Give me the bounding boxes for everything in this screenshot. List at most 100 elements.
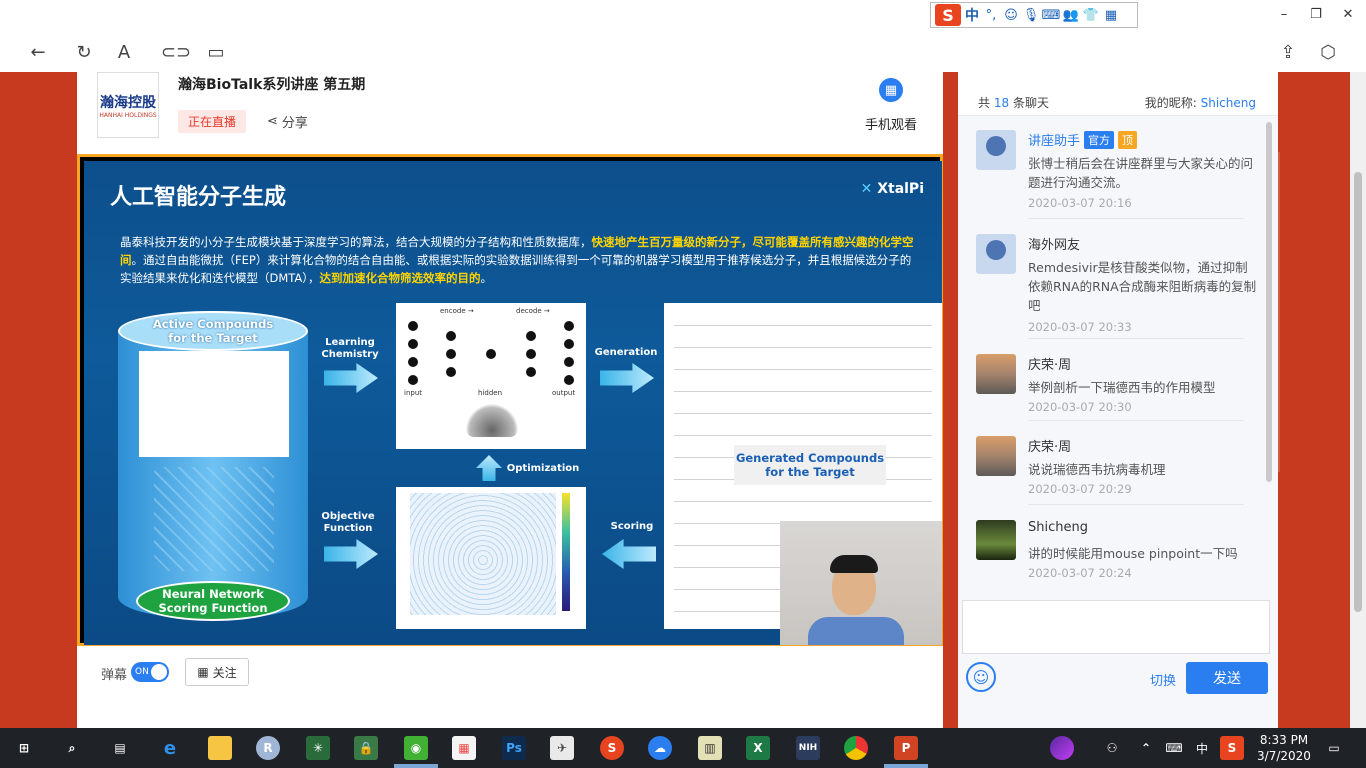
slide-title: 人工智能分子生成 bbox=[110, 185, 287, 210]
link-icon[interactable]: ⊂⊃ bbox=[161, 40, 191, 64]
photoshop-icon[interactable]: Ps bbox=[502, 736, 526, 760]
follow-label: 关注 bbox=[212, 665, 237, 680]
arrow-left-icon bbox=[602, 539, 656, 569]
page-title: 瀚海BioTalk系列讲座 第五期 bbox=[178, 77, 366, 93]
chrome-icon[interactable] bbox=[844, 736, 868, 760]
back-icon[interactable]: ← bbox=[26, 40, 50, 64]
neural-network-label: Neural Network Scoring Function bbox=[136, 581, 290, 621]
channel-logo: 瀚海控股 HANHAI HOLDINGS bbox=[97, 72, 159, 138]
store-icon[interactable]: ▦ bbox=[452, 736, 476, 760]
page-scrollbar[interactable] bbox=[1350, 72, 1366, 728]
qr-code-icon: ▦ bbox=[197, 665, 209, 679]
extensions-icon[interactable]: ⬡ bbox=[1316, 40, 1340, 64]
message-divider bbox=[1028, 218, 1244, 219]
message-divider bbox=[1028, 338, 1244, 339]
avatar bbox=[976, 130, 1016, 170]
wechat-icon[interactable]: ◉ bbox=[404, 736, 428, 760]
skin-icon[interactable]: 👕 bbox=[1083, 7, 1099, 23]
keyboard-icon[interactable]: ⌨ bbox=[1042, 7, 1061, 23]
search-icon[interactable]: ⌕ bbox=[60, 736, 84, 760]
sender-name: 庆荣·周 bbox=[1028, 358, 1072, 373]
share-button[interactable]: ⋖ 分享 bbox=[267, 112, 308, 131]
chat-header: 共 18 条聊天 我的昵称: Shicheng bbox=[958, 72, 1278, 116]
network-graphic bbox=[154, 467, 274, 571]
tabs-icon[interactable]: ▭ bbox=[204, 40, 228, 64]
refresh-icon[interactable]: ↻ bbox=[72, 40, 96, 64]
sogou-tray-icon[interactable]: S bbox=[1220, 736, 1244, 760]
chat-message-list[interactable]: 讲座助手 官方顶 张博士稍后会在讲座群里与大家关心的问题进行沟通交流。 2020-… bbox=[958, 118, 1264, 596]
video-frame[interactable]: 人工智能分子生成 ✕ XtalPi 晶泰科技开发的小分子生成模块基于深度学习的算… bbox=[77, 154, 943, 646]
file-explorer-icon[interactable] bbox=[208, 736, 232, 760]
qr-code-icon[interactable]: ▦ bbox=[879, 78, 903, 102]
notification-icon[interactable]: ▭ bbox=[1322, 736, 1346, 760]
follow-button[interactable]: ▦ 关注 bbox=[185, 658, 249, 686]
avatar bbox=[976, 354, 1016, 394]
generated-compounds-label: Generated Compounds for the Target bbox=[734, 445, 886, 485]
excel-icon[interactable]: X bbox=[746, 736, 770, 760]
live-status-badge: 正在直播 bbox=[178, 110, 247, 133]
player-controls: 弹幕 ON ▦ 关注 bbox=[77, 654, 943, 694]
nih-icon[interactable]: NIH bbox=[796, 736, 820, 760]
keyboard-icon[interactable]: ⌨ bbox=[1162, 736, 1186, 760]
read-aloud-icon[interactable]: A bbox=[112, 40, 136, 64]
barrage-label: 弹幕 bbox=[101, 668, 128, 683]
windows-start-icon[interactable]: ⊞ bbox=[12, 736, 36, 760]
sender-name: 庆荣·周 bbox=[1028, 440, 1072, 455]
arrow-right-icon bbox=[324, 539, 378, 569]
browser-toolbar: ← ↻ A ⊂⊃ ▭ ⇪ ⬡ S 中 °, ☺ 🎙 ⌨ 👥 👕 ▦ – ❐ ✕ bbox=[0, 0, 1366, 72]
barrage-toggle[interactable]: ON bbox=[131, 662, 169, 682]
minimize-button[interactable]: – bbox=[1272, 4, 1296, 24]
share-icon: ⋖ bbox=[267, 114, 278, 129]
ime-punct-icon[interactable]: °, bbox=[983, 7, 999, 23]
slide-paragraph: 晶泰科技开发的小分子生成模块基于深度学习的算法，结合大规模的分子结构和性质数据库… bbox=[120, 235, 914, 285]
app-green-icon[interactable]: ✳ bbox=[306, 736, 330, 760]
sender-name: 讲座助手 官方顶 bbox=[1028, 130, 1138, 149]
task-view-icon[interactable]: ▤ bbox=[108, 736, 132, 760]
switch-button[interactable]: 切换 bbox=[1150, 670, 1176, 689]
message-text: 张博士稍后会在讲座群里与大家关心的问题进行沟通交流。 bbox=[1028, 156, 1254, 190]
arrow-right-icon bbox=[324, 363, 378, 393]
sender-name: 海外网友 bbox=[1028, 238, 1081, 253]
contour-plot bbox=[396, 487, 586, 629]
share-label: 分享 bbox=[281, 116, 308, 131]
live-player: 瀚海控股 HANHAI HOLDINGS 瀚海BioTalk系列讲座 第五期 正… bbox=[77, 72, 943, 728]
tray-app-icon[interactable] bbox=[1050, 736, 1074, 760]
objective-function-label: Objective Function bbox=[321, 511, 375, 534]
chart-app-icon[interactable]: ▥ bbox=[698, 736, 722, 760]
system-clock[interactable]: 8:33 PM 3/7/2020 bbox=[1254, 732, 1314, 764]
r-app-icon[interactable]: R bbox=[256, 736, 280, 760]
restore-button[interactable]: ❐ bbox=[1304, 4, 1328, 24]
sender-name: Shicheng bbox=[1028, 520, 1088, 535]
mobile-watch-button[interactable]: 手机观看 bbox=[865, 114, 917, 133]
microphone-icon[interactable]: 🎙 bbox=[1023, 7, 1040, 23]
user-icon[interactable]: 👥 bbox=[1063, 7, 1079, 23]
lock-app-icon[interactable]: 🔒 bbox=[354, 736, 378, 760]
xtalpi-logo-text: XtalPi bbox=[877, 181, 924, 197]
message-divider bbox=[1028, 504, 1244, 505]
share-page-icon[interactable]: ⇪ bbox=[1276, 40, 1300, 64]
baidu-netdisk-icon[interactable]: ☁ bbox=[648, 736, 672, 760]
generation-label: Generation bbox=[594, 347, 658, 358]
official-badge: 官方 bbox=[1084, 130, 1115, 149]
ime-lang-label[interactable]: 中 bbox=[965, 5, 979, 25]
chat-count: 共 18 条聊天 bbox=[978, 96, 1049, 110]
chat-input[interactable] bbox=[962, 600, 1270, 654]
edge-icon[interactable]: e bbox=[158, 736, 182, 760]
powerpoint-icon[interactable]: P bbox=[894, 736, 918, 760]
chat-scrollbar[interactable] bbox=[1264, 118, 1274, 596]
people-icon[interactable]: ⚇ bbox=[1100, 736, 1124, 760]
message-text: Remdesivir是核苷酸类似物，通过抑制依赖RNA的RNA合成酶来阻断病毒的… bbox=[1028, 260, 1257, 313]
sogou-logo-icon[interactable]: S bbox=[935, 4, 961, 26]
chevron-up-icon[interactable]: ⌃ bbox=[1134, 736, 1158, 760]
close-button[interactable]: ✕ bbox=[1336, 4, 1360, 24]
grid-icon[interactable]: ▦ bbox=[1103, 7, 1119, 23]
compound-list-image bbox=[139, 351, 289, 457]
send-button[interactable]: 发送 bbox=[1186, 662, 1268, 694]
emoji-icon[interactable]: ☺ bbox=[966, 662, 996, 692]
avatar bbox=[976, 234, 1016, 274]
message-divider bbox=[1028, 420, 1244, 421]
sogou-icon[interactable]: S bbox=[600, 736, 624, 760]
emoji-icon[interactable]: ☺ bbox=[1003, 7, 1019, 23]
input-language[interactable]: 中 bbox=[1196, 740, 1208, 757]
kite-app-icon[interactable]: ✈ bbox=[550, 736, 574, 760]
